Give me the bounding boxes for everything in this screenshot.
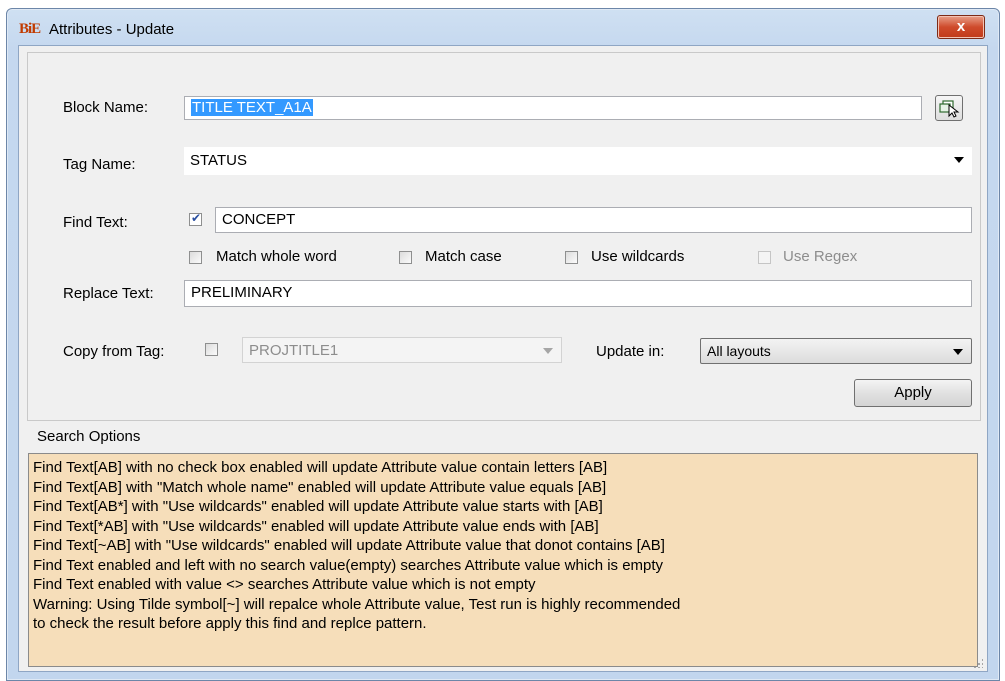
help-line: Find Text[*AB] with "Use wildcards" enab… [33, 517, 599, 535]
help-line: Find Text enabled and left with no searc… [33, 556, 664, 574]
title-bar[interactable]: BiE Attributes - Update x [7, 9, 999, 47]
update-options-panel: Block Name: TITLE TEXT_A1A Tag Name: STA… [27, 52, 981, 421]
help-line: Find Text[AB] with no check box enabled … [33, 459, 608, 476]
tag-name-value: STATUS [190, 152, 247, 169]
match-whole-word-checkbox[interactable] [189, 251, 202, 264]
search-options-help-text: Find Text[AB] with no check box enabled … [28, 453, 978, 667]
use-wildcards-checkbox[interactable] [565, 251, 578, 264]
chevron-down-icon [953, 349, 963, 355]
use-wildcards-label[interactable]: Use wildcards [591, 248, 684, 265]
window-title: Attributes - Update [49, 21, 175, 38]
replace-text-input[interactable]: PRELIMINARY [184, 280, 972, 307]
close-icon: x [956, 18, 966, 35]
apply-button-label: Apply [894, 384, 932, 401]
copy-from-tag-checkbox[interactable] [205, 343, 218, 356]
update-in-dropdown[interactable]: All layouts [700, 338, 972, 364]
search-options-title: Search Options [37, 428, 141, 445]
help-line: Warning: Using Tilde symbol[~] will repa… [33, 595, 681, 613]
block-name-label: Block Name: [63, 99, 149, 116]
select-object-icon [939, 100, 960, 118]
chevron-down-icon [954, 157, 964, 163]
help-line: Find Text[AB] with "Match whole name" en… [33, 478, 607, 496]
find-text-input[interactable]: CONCEPT [215, 207, 972, 233]
find-text-label: Find Text: [63, 214, 128, 231]
app-icon-text: BiE [19, 21, 41, 37]
apply-button[interactable]: Apply [854, 379, 972, 407]
use-regex-label: Use Regex [783, 248, 858, 265]
update-in-value: All layouts [707, 343, 771, 359]
tag-name-label: Tag Name: [63, 156, 136, 173]
block-name-input[interactable]: TITLE TEXT_A1A [184, 96, 922, 120]
use-regex-checkbox[interactable] [758, 251, 771, 264]
block-name-value: TITLE TEXT_A1A [191, 99, 313, 116]
match-case-label[interactable]: Match case [425, 248, 502, 265]
help-line: to check the result before apply this fi… [33, 615, 427, 632]
app-icon: BiE [19, 21, 41, 38]
pick-block-button[interactable] [935, 95, 963, 121]
replace-text-label: Replace Text: [63, 285, 154, 302]
match-case-checkbox[interactable] [399, 251, 412, 264]
update-in-label: Update in: [596, 343, 665, 360]
help-line: Find Text[~AB] with "Use wildcards" enab… [33, 537, 665, 554]
help-line: Find Text enabled with value <> searches… [33, 576, 536, 593]
tag-name-dropdown[interactable]: STATUS [184, 147, 972, 175]
copy-from-tag-label: Copy from Tag: [63, 343, 165, 360]
dialog-window: BiE Attributes - Update x Block Name: TI… [6, 8, 1000, 681]
chevron-down-icon [543, 348, 553, 354]
dialog-client-area: Block Name: TITLE TEXT_A1A Tag Name: STA… [18, 45, 988, 672]
help-line: Find Text[AB*] with "Use wildcards" enab… [33, 498, 603, 515]
close-button[interactable]: x [937, 15, 985, 39]
copy-from-tag-dropdown[interactable]: PROJTITLE1 [242, 337, 562, 363]
match-whole-word-label[interactable]: Match whole word [216, 248, 337, 265]
copy-from-tag-value: PROJTITLE1 [249, 342, 339, 359]
replace-text-value: PRELIMINARY [191, 284, 293, 301]
find-text-checkbox[interactable] [189, 211, 202, 226]
find-text-value: CONCEPT [222, 211, 296, 228]
